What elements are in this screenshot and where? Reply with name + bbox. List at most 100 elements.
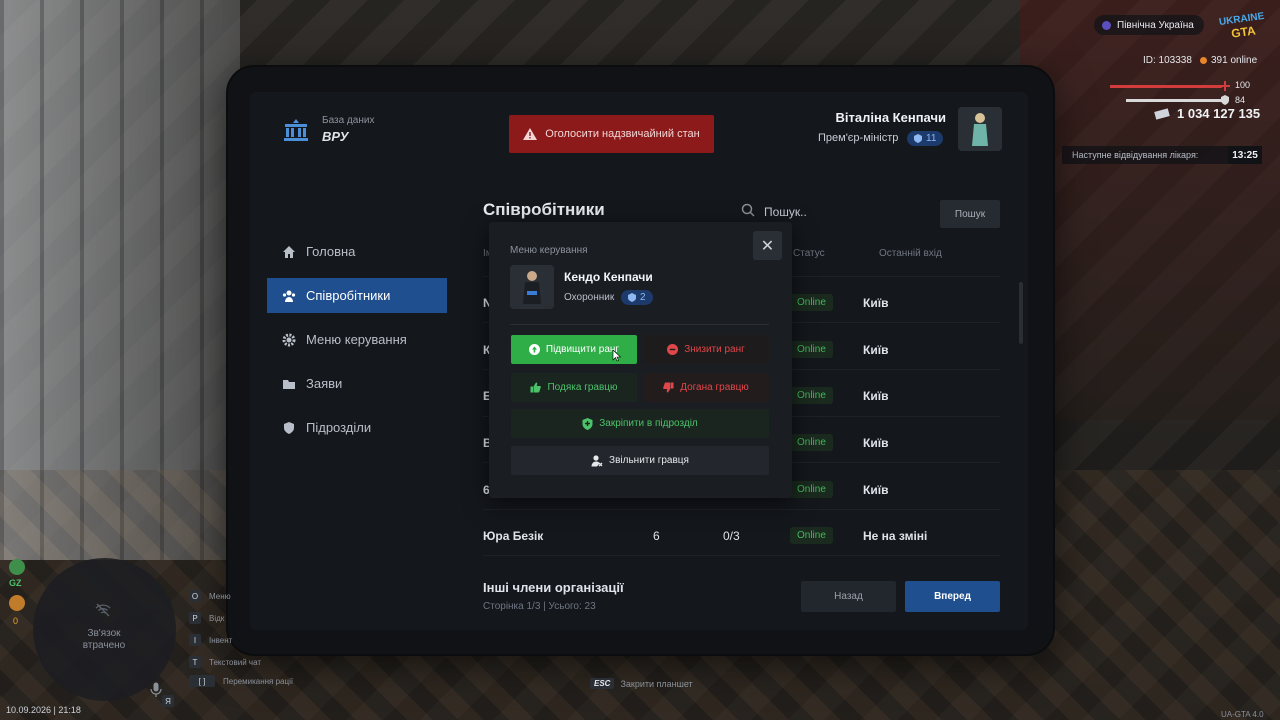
- date-time: 10.09.2026 | 21:18: [6, 705, 81, 715]
- folder-icon: [283, 379, 295, 389]
- wanted-count: 0: [13, 616, 19, 626]
- declare-emergency-button[interactable]: Оголосити надзвичайний стан: [509, 115, 714, 153]
- employee-location: Київ: [863, 436, 889, 450]
- sidebar-item-label: Заяви: [306, 376, 343, 391]
- hotkey-label: Відк: [209, 613, 225, 623]
- demote-rank-label: Знизити ранг: [684, 344, 745, 355]
- close-button[interactable]: ✕: [753, 231, 782, 260]
- gear-icon: [282, 333, 296, 346]
- sidebar-item-divisions[interactable]: Підрозділи: [267, 410, 447, 445]
- thank-player-label: Подяка гравцю: [547, 382, 618, 393]
- region-icon: [1102, 20, 1111, 30]
- hotkey-hint: T Текстовий чат: [189, 655, 261, 669]
- declare-emergency-label: Оголосити надзвичайний стан: [545, 128, 700, 140]
- hotkey-key: P: [189, 612, 201, 624]
- minus-circle-icon: [667, 344, 679, 355]
- current-user-role: Прем'єр-міністр: [818, 132, 899, 144]
- demote-rank-button[interactable]: Знизити ранг: [643, 335, 769, 364]
- status-badge: Online: [790, 481, 833, 498]
- sidebar-item-label: Підрозділи: [306, 420, 372, 435]
- game-version: UA-GTA 4.0: [1221, 710, 1264, 719]
- employee-rank: 6: [653, 529, 660, 543]
- armor-value: 84: [1235, 95, 1246, 105]
- fire-player-button[interactable]: Звільнити гравця: [511, 446, 769, 475]
- current-user-rank: 11: [926, 133, 937, 144]
- fire-player-label: Звільнити гравця: [609, 455, 689, 466]
- target-player-rank-badge: 2: [621, 289, 653, 307]
- assign-division-button[interactable]: Закріпити в підрозділ: [511, 409, 769, 438]
- microphone-icon: [150, 682, 162, 697]
- sidebar-item-label: Меню керування: [306, 332, 407, 347]
- sidebar-item-employees[interactable]: Співробітники: [267, 278, 447, 313]
- target-player-name: Кендо Кенпачи: [564, 270, 653, 284]
- hotkey-hint: I Інвент: [189, 633, 232, 647]
- region-label: Північна Україна: [1117, 19, 1194, 31]
- sidebar-item-applications[interactable]: Заяви: [267, 366, 447, 401]
- no-signal-icon: [95, 603, 111, 617]
- health-value: 100: [1235, 80, 1251, 90]
- thank-player-button[interactable]: Подяка гравцю: [511, 373, 637, 402]
- user-remove-icon: [591, 454, 603, 466]
- table-divider: [483, 555, 1000, 556]
- voice-key: Я: [162, 695, 174, 707]
- employee-location: Київ: [863, 296, 889, 310]
- page-title: Співробітники: [483, 200, 605, 219]
- hotkey-hint: P Відк: [189, 611, 224, 625]
- hotkey-key: I: [189, 634, 201, 646]
- status-badge: Online: [790, 294, 833, 311]
- player-id: ID: 103338: [1143, 55, 1192, 66]
- reprimand-player-button[interactable]: Догана гравцю: [643, 373, 769, 402]
- mouse-cursor-icon: [612, 350, 622, 362]
- minimap-status: Зв'язок втрачено: [82, 628, 126, 651]
- close-tablet-hint: ESC Закрити планшет: [590, 678, 693, 689]
- thumbs-down-icon: [663, 382, 674, 393]
- esc-key: ESC: [590, 678, 615, 689]
- promote-rank-label: Підвищити ранг: [545, 344, 620, 355]
- shield-icon: [284, 421, 294, 434]
- rank-shield-icon: [914, 134, 922, 143]
- employee-name: Юра Безік: [483, 529, 544, 543]
- rank-shield-icon: [628, 293, 636, 302]
- arrow-up-circle-icon: [528, 344, 540, 355]
- employee-location: Київ: [863, 483, 889, 497]
- money-icon: [1154, 108, 1170, 120]
- previous-page-button[interactable]: Назад: [801, 581, 896, 612]
- modal-title: Меню керування: [510, 245, 588, 256]
- online-icon: [1200, 57, 1207, 64]
- next-page-button[interactable]: Вперед: [905, 581, 1000, 612]
- hotkey-hint: [ ] Перемикання рації: [189, 674, 293, 688]
- thumbs-up-icon: [530, 382, 542, 393]
- wanted-icon: [9, 595, 25, 611]
- armor-bar: [1126, 99, 1222, 102]
- employee-location: Київ: [863, 343, 889, 357]
- search-icon: [741, 203, 755, 217]
- money-balance: 1 034 127 135: [1177, 106, 1261, 121]
- region-indicator: Північна Україна: [1094, 15, 1204, 35]
- sidebar-item-label: Головна: [306, 244, 356, 259]
- column-header-status: Статус: [793, 248, 825, 259]
- hotkey-key: O: [189, 590, 201, 602]
- table-scrollbar[interactable]: [1019, 282, 1023, 344]
- online-count: 391 online: [1211, 55, 1258, 66]
- modal-divider: [510, 324, 769, 325]
- database-caption: База даних: [322, 115, 375, 126]
- table-divider: [483, 509, 1000, 510]
- shield-plus-icon: [582, 417, 593, 430]
- gang-zone-icon: [9, 559, 25, 575]
- hotkey-key: T: [189, 656, 201, 668]
- sidebar-item-home[interactable]: Головна: [267, 234, 447, 269]
- armor-icon: [1221, 95, 1229, 105]
- employee-location: Не на зміні: [863, 529, 928, 543]
- sidebar-item-control-menu[interactable]: Меню керування: [267, 322, 447, 357]
- parliament-logo-icon: [284, 119, 308, 141]
- hotkey-hint: O Меню: [189, 589, 231, 603]
- search-button[interactable]: Пошук: [940, 200, 1000, 228]
- target-player-role: Охоронник: [564, 292, 615, 303]
- employee-warnings: 0/3: [723, 529, 740, 543]
- hotkey-label: Меню: [209, 591, 231, 601]
- target-player-rank: 2: [640, 292, 646, 303]
- health-bar: [1110, 85, 1222, 88]
- current-user-rank-badge: 11: [907, 130, 944, 148]
- search-input[interactable]: [762, 202, 936, 222]
- home-icon: [283, 245, 295, 258]
